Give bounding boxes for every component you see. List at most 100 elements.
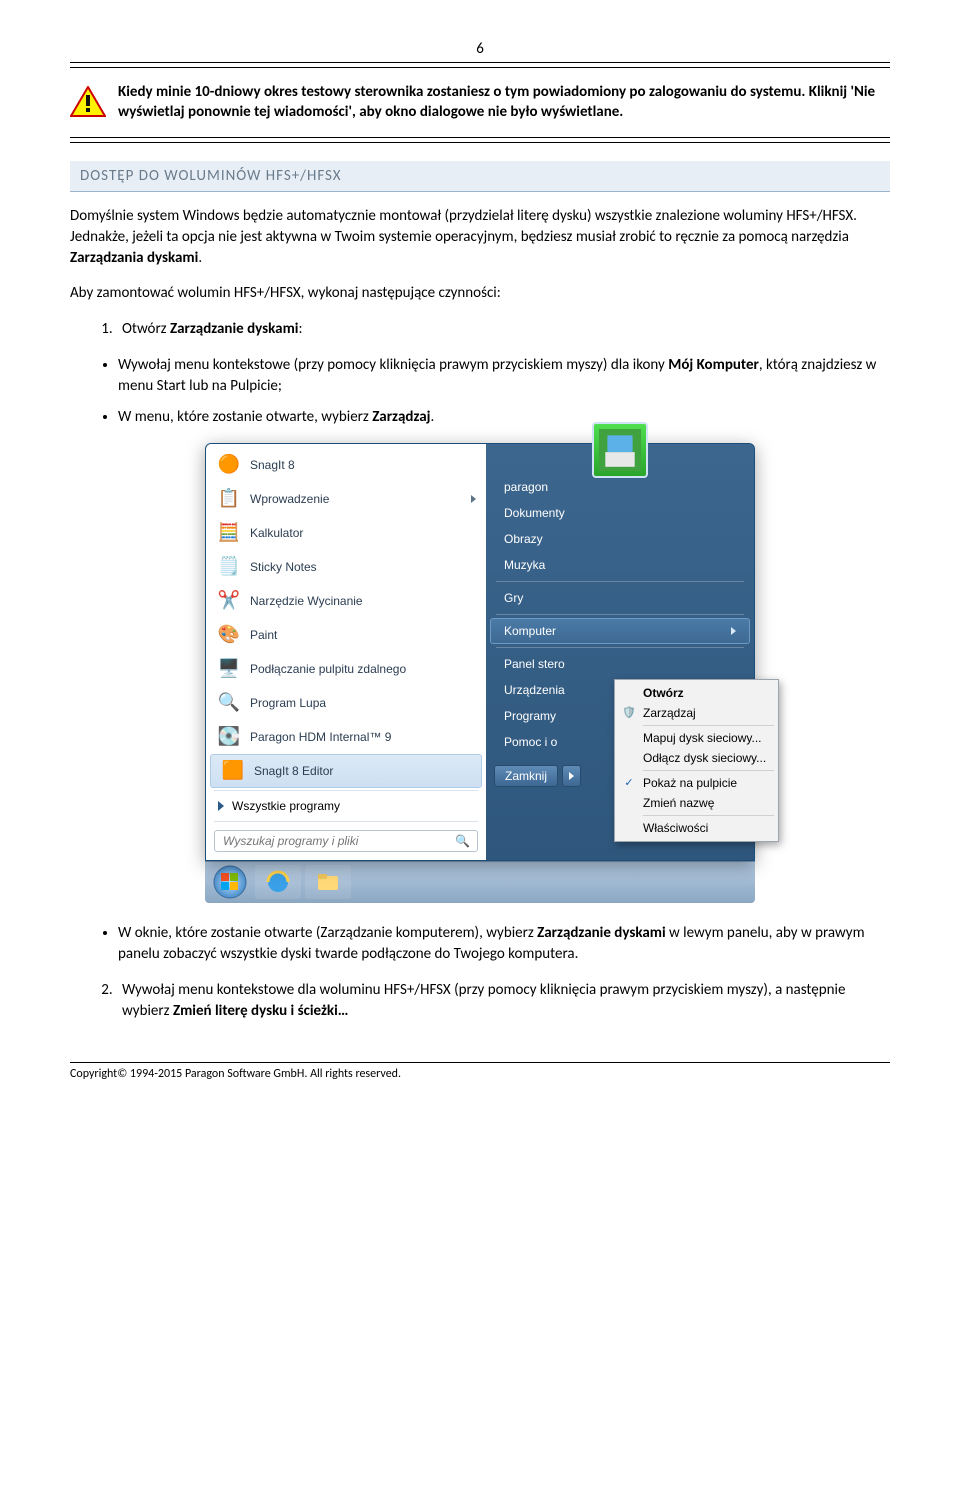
label: Paragon HDM Internal™ 9 [250,730,391,744]
label: Komputer [504,624,556,638]
start-menu-screenshot: 🟠 SnagIt 8 📋 Wprowadzenie 🧮 Kalkulator 🗒️ St… [205,443,755,903]
bullet-item: W menu, które zostanie otwarte, wybierz … [118,407,890,428]
chevron-right-icon [218,801,224,811]
context-menu: Otwórz 🛡️Zarządzaj Mapuj dysk sieciowy..… [614,679,779,842]
search-icon: 🔍 [455,834,470,848]
paragraph: Domyślnie system Windows będzie automaty… [70,206,890,269]
magnifier-icon: 🔍 [216,690,242,716]
start-menu-item[interactable]: ✂️ Narzędzie Wycinanie [206,584,486,618]
section-header: DOSTĘP DO WOLUMINÓW HFS+/HFSX [70,161,890,192]
divider [496,647,744,648]
text: Wywołaj menu kontekstowe (przy pomocy kl… [118,356,668,374]
start-menu-item[interactable]: 🖥️ Podłączanie pulpitu zdalnego [206,652,486,686]
start-menu-item[interactable]: 🧮 Kalkulator [206,516,486,550]
warning-text: Kiedy minie 10-dniowy okres testowy ster… [118,82,890,123]
divider [214,790,478,791]
divider [70,137,890,138]
divider [643,770,774,771]
label: Narzędzie Wycinanie [250,594,363,608]
text: . [430,408,434,426]
paragraph: Aby zamontować wolumin HFS+/HFSX, wykona… [70,283,890,304]
text-bold: Zarządzanie dyskami [170,320,298,338]
app-icon: 🟧 [220,758,246,784]
text-bold: Zarządzaj [372,408,430,426]
label: Wprowadzenie [250,492,329,506]
warning-icon [70,86,106,118]
taskbar [205,861,755,903]
paint-icon: 🎨 [216,622,242,648]
warning-callout: Kiedy minie 10-dniowy okres testowy ster… [70,72,890,133]
calculator-icon: 🧮 [216,520,242,546]
label: Wszystkie programy [232,799,340,813]
start-menu-item[interactable]: 📋 Wprowadzenie [206,482,486,516]
app-icon: 💽 [216,724,242,750]
remote-desktop-icon: 🖥️ [216,656,242,682]
text: . [198,249,202,267]
text: : [298,320,302,338]
bullet-item: W oknie, które zostanie otwarte (Zarządz… [118,923,890,965]
all-programs[interactable]: Wszystkie programy [206,793,486,819]
start-menu-item-highlighted[interactable]: 🟧SnagIt 8 Editor [210,754,482,788]
context-menu-manage[interactable]: 🛡️Zarządzaj [617,703,776,723]
label: Sticky Notes [250,560,317,574]
text-bold: Zarządzanie dyskami [537,924,665,942]
label: Podłączanie pulpitu zdalnego [250,662,406,676]
shutdown-options-button[interactable] [562,765,581,787]
label: Paint [250,628,277,642]
divider [214,821,478,822]
chevron-right-icon [471,495,476,503]
divider [643,815,774,816]
context-menu-properties[interactable]: Właściwości [617,818,776,838]
start-menu-item[interactable]: 🟠 SnagIt 8 [206,448,486,482]
divider [70,142,890,143]
app-icon: 🟠 [216,452,242,478]
divider [70,67,890,68]
label: Program Lupa [250,696,326,710]
label: Kalkulator [250,526,303,540]
shutdown-button[interactable]: Zamknij [494,765,558,787]
chevron-right-icon [569,772,574,780]
start-menu-item[interactable]: 🔍 Program Lupa [206,686,486,720]
notes-icon: 🗒️ [216,554,242,580]
step-1: Otwórz Zarządzanie dyskami: [116,319,890,340]
text-bold: Zmień literę dysku i ścieżki… [173,1002,349,1020]
text-bold: Mój Komputer [668,356,759,374]
taskbar-ie-button[interactable] [255,865,301,899]
divider [496,614,744,615]
footer-copyright: Copyright© 1994-2015 Paragon Software Gm… [70,1062,890,1081]
text: Domyślnie system Windows będzie automaty… [70,207,857,246]
pictures-link[interactable]: Obrazy [490,526,750,552]
taskbar-explorer-button[interactable] [305,865,351,899]
games-link[interactable]: Gry [490,585,750,611]
control-panel-link[interactable]: Panel stero [490,651,750,677]
start-menu-item[interactable]: 🎨 Paint [206,618,486,652]
documents-link[interactable]: Dokumenty [490,500,750,526]
start-menu-left: 🟠 SnagIt 8 📋 Wprowadzenie 🧮 Kalkulator 🗒️ St… [206,444,486,860]
divider [643,725,774,726]
context-menu-show-desktop[interactable]: ✓ Pokaż na pulpicie [617,773,776,793]
search-input[interactable] [214,830,478,852]
user-picture[interactable] [592,422,648,478]
context-menu-open[interactable]: Otwórz [617,683,776,703]
page-number: 6 [70,40,890,58]
text: W oknie, które zostanie otwarte (Zarządz… [118,924,537,942]
app-icon: 📋 [216,486,242,512]
text: Otwórz [122,320,170,338]
check-icon: ✓ [621,775,637,791]
text-bold: Zarządzania dyskami [70,249,198,267]
label: Pokaż na pulpicie [643,776,737,790]
context-menu-rename[interactable]: Zmień nazwę [617,793,776,813]
music-link[interactable]: Muzyka [490,552,750,578]
start-button[interactable] [209,864,251,900]
context-menu-disconnect-drive[interactable]: Odłącz dysk sieciowy... [617,748,776,768]
label: SnagIt 8 [250,458,295,472]
scissors-icon: ✂️ [216,588,242,614]
start-menu-item[interactable]: 💽 Paragon HDM Internal™ 9 [206,720,486,754]
divider [70,62,890,63]
computer-link[interactable]: Komputer [490,618,750,644]
start-menu-item[interactable]: 🗒️ Sticky Notes [206,550,486,584]
context-menu-map-drive[interactable]: Mapuj dysk sieciowy... [617,728,776,748]
bullet-item: Wywołaj menu kontekstowe (przy pomocy kl… [118,355,890,397]
text: W menu, które zostanie otwarte, wybierz [118,408,372,426]
manage-icon: 🛡️ [621,705,637,721]
